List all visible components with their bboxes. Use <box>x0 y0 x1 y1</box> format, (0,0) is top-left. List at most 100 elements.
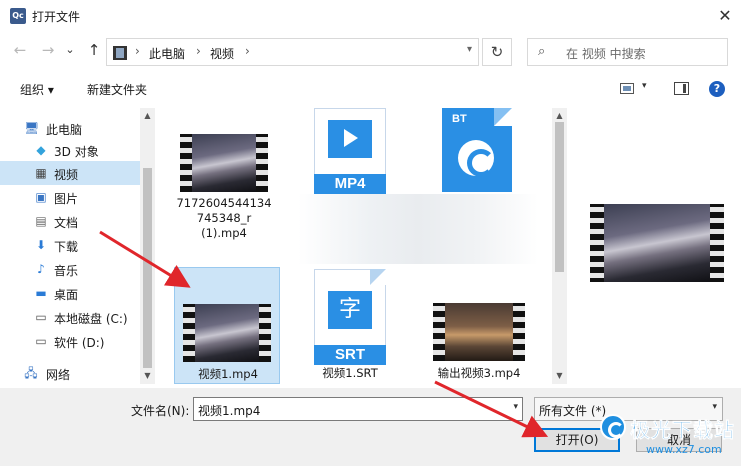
video-frame <box>604 204 710 282</box>
view-options-dropdown-icon[interactable]: ▾ <box>642 81 647 91</box>
sidebar-item-network[interactable]: 🖧 网络 <box>0 361 140 385</box>
sidebar-item-downloads[interactable]: ⬇ 下载 <box>0 233 140 257</box>
file-list: 7172604544134 745348_r (1).mp4 MP4 BT 视频… <box>158 108 552 384</box>
sidebar-scrollbar[interactable]: ▲ ▼ <box>140 108 155 384</box>
watermark-url: www.xz7.com <box>646 443 722 456</box>
close-button[interactable]: ✕ <box>710 2 740 30</box>
watermark: 极光下载站 www.xz7.com <box>596 410 741 466</box>
music-icon: ♪ <box>37 262 45 276</box>
video-frame <box>195 304 259 362</box>
sidebar-item-documents[interactable]: ▤ 文档 <box>0 209 140 233</box>
navigation-bar: ← → ⌄ ↑ › 此电脑 › 视频 › ▾ ↻ ⌕ 在 视频 中搜索 <box>0 34 741 68</box>
sidebar-item-pictures[interactable]: ▣ 图片 <box>0 185 140 209</box>
file-list-scrollbar[interactable]: ▲ ▼ <box>552 108 567 384</box>
search-box[interactable]: ⌕ 在 视频 中搜索 <box>527 38 728 66</box>
breadcrumb-video[interactable]: 视频 <box>210 45 234 62</box>
new-folder-button[interactable]: 新建文件夹 <box>87 81 147 98</box>
sidebar-item-music[interactable]: ♪ 音乐 <box>0 257 140 281</box>
scroll-up-arrow-icon[interactable]: ▲ <box>554 110 565 122</box>
pc-icon: 🖥 <box>24 121 40 135</box>
subtitle-icon: 字 <box>328 291 372 329</box>
forward-button[interactable]: → <box>38 40 58 60</box>
file-item[interactable]: 输出视频3.mp4 <box>424 267 534 384</box>
sidebar-item-3d-objects[interactable]: ◆ 3D 对象 <box>0 138 140 162</box>
3d-objects-icon: ◆ <box>36 143 46 157</box>
blurred-region <box>298 194 538 264</box>
search-icon: ⌕ <box>538 44 546 59</box>
address-dropdown-icon[interactable]: ▾ <box>467 44 472 55</box>
film-perforation <box>259 304 271 362</box>
page-fold <box>370 269 386 285</box>
file-item[interactable]: 视频1.mp4 <box>174 267 280 384</box>
video-thumbnail <box>180 134 268 192</box>
up-button[interactable]: ↑ <box>84 40 104 60</box>
drive-d-icon: ▭ <box>35 334 47 348</box>
scroll-up-arrow-icon[interactable]: ▲ <box>142 110 153 122</box>
breadcrumb-separator[interactable]: › <box>196 44 201 58</box>
filename-field[interactable]: 视频1.mp4 ▾ <box>193 397 523 421</box>
file-type-badge: BT <box>452 113 467 125</box>
back-button[interactable]: ← <box>10 40 30 60</box>
video-thumbnail <box>183 304 271 362</box>
page-fold <box>494 108 512 126</box>
sidebar-item-label: 软件 (D:) <box>54 336 105 350</box>
desktop-icon: ▬ <box>35 286 47 300</box>
sidebar-item-label: 此电脑 <box>46 123 83 137</box>
search-input[interactable]: 在 视频 中搜索 <box>566 45 646 62</box>
sidebar-item-label: 本地磁盘 (C:) <box>54 312 128 326</box>
file-name-line: 7172604544134 <box>176 196 272 210</box>
drive-c-icon: ▭ <box>35 310 47 324</box>
help-icon[interactable]: ? <box>709 81 725 97</box>
filename-dropdown-icon[interactable]: ▾ <box>513 402 518 412</box>
breadcrumb-pc[interactable]: 此电脑 <box>149 45 185 62</box>
filename-value[interactable]: 视频1.mp4 <box>198 402 260 419</box>
window-title: 打开文件 <box>32 10 81 24</box>
sidebar-item-drive-d[interactable]: ▭ 软件 (D:) <box>0 329 140 353</box>
sidebar-item-drive-c[interactable]: ▭ 本地磁盘 (C:) <box>0 305 140 329</box>
video-thumbnail <box>433 303 525 361</box>
title-bar: Qc 打开文件 ✕ <box>0 0 741 32</box>
file-type-badge: SRT <box>314 345 386 365</box>
sidebar-scroll-thumb[interactable] <box>143 168 152 368</box>
sidebar-item-label: 图片 <box>54 192 79 206</box>
mp4-file-icon: MP4 <box>314 108 386 194</box>
file-item[interactable]: 7172604544134 745348_r (1).mp4 <box>174 128 274 258</box>
sidebar-item-this-pc[interactable]: 🖥 此电脑 <box>0 116 140 140</box>
file-item[interactable]: 字 SRT 视频1.SRT <box>308 267 392 384</box>
torrent-logo-icon <box>458 140 495 177</box>
app-icon: Qc <box>10 8 26 24</box>
video-folder-icon <box>113 46 127 60</box>
video-folder-icon: ▦ <box>35 166 47 180</box>
preview-video-thumbnail <box>590 204 724 282</box>
scroll-down-arrow-icon[interactable]: ▼ <box>554 370 565 382</box>
pictures-icon: ▣ <box>35 190 47 204</box>
sidebar-item-label: 视频 <box>54 168 79 182</box>
file-name-line: 745348_r <box>196 211 252 225</box>
film-perforation <box>180 134 192 192</box>
breadcrumb-separator[interactable]: › <box>245 44 250 58</box>
film-perforation <box>256 134 268 192</box>
preview-pane-icon[interactable] <box>674 82 689 95</box>
sidebar-item-label: 音乐 <box>54 264 79 278</box>
film-perforation <box>710 204 724 282</box>
sidebar-item-label: 3D 对象 <box>54 145 99 159</box>
file-list-scroll-thumb[interactable] <box>555 122 564 272</box>
address-bar[interactable]: › 此电脑 › 视频 › ▾ <box>106 38 479 66</box>
file-item[interactable]: BT <box>438 108 514 198</box>
organize-menu[interactable]: 组织 ▾ <box>20 81 54 98</box>
bt-file-icon: BT <box>442 108 512 192</box>
file-name: 输出视频3.mp4 <box>437 366 521 380</box>
file-item[interactable]: MP4 <box>308 108 392 198</box>
refresh-button[interactable]: ↻ <box>482 38 512 66</box>
sidebar-item-videos[interactable]: ▦ 视频 <box>0 161 140 185</box>
file-type-badge: MP4 <box>314 174 386 194</box>
sidebar-item-desktop[interactable]: ▬ 桌面 <box>0 281 140 305</box>
scroll-down-arrow-icon[interactable]: ▼ <box>142 370 153 382</box>
preview-pane <box>570 108 741 384</box>
change-view-icon[interactable] <box>620 83 634 94</box>
watermark-text: 极光下载站 <box>630 418 735 443</box>
film-perforation <box>183 304 195 362</box>
sidebar-item-label: 桌面 <box>54 288 79 302</box>
recent-locations-button[interactable]: ⌄ <box>60 40 80 60</box>
download-icon: ⬇ <box>35 238 47 252</box>
